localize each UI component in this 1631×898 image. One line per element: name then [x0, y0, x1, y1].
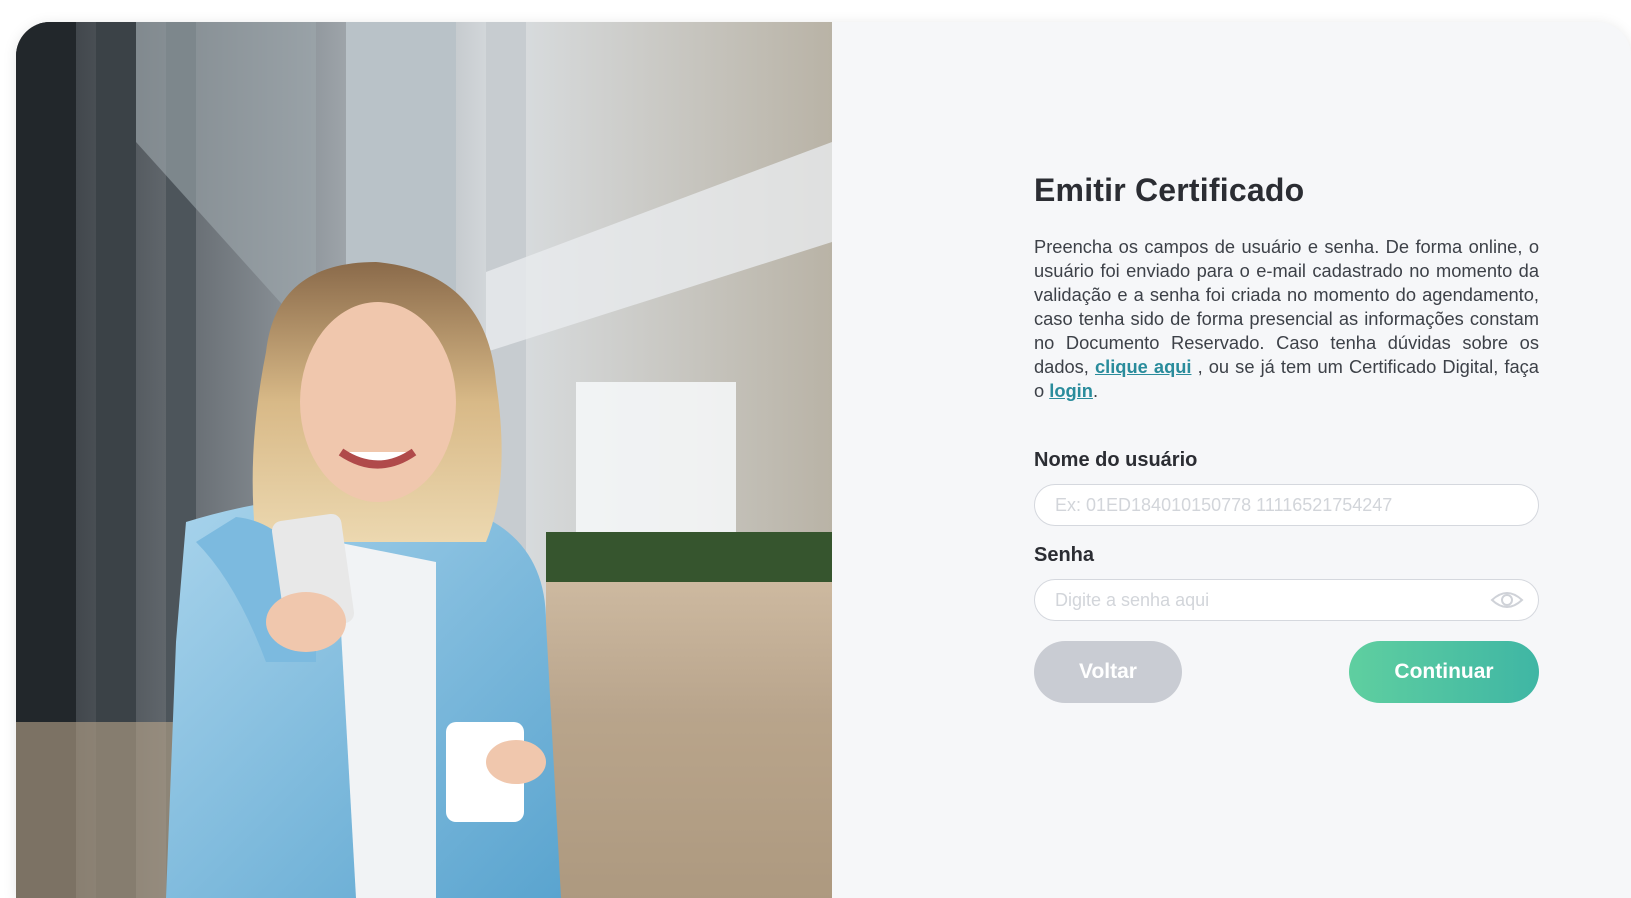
- password-field-wrapper: [1034, 579, 1539, 621]
- continue-button[interactable]: Continuar: [1349, 641, 1539, 703]
- username-label: Nome do usuário: [1034, 449, 1198, 471]
- help-link[interactable]: clique aqui: [1095, 356, 1192, 377]
- password-input[interactable]: [1053, 580, 1487, 621]
- login-card: Emitir Certificado Preencha os campos de…: [16, 22, 1631, 898]
- instructions-end: .: [1092, 380, 1099, 401]
- eye-icon[interactable]: [1490, 590, 1524, 610]
- username-input[interactable]: [1053, 485, 1487, 526]
- password-label: Senha: [1034, 544, 1095, 566]
- form-actions: Voltar Continuar: [1034, 641, 1539, 703]
- woman-with-phone-illustration: [16, 22, 832, 898]
- login-link[interactable]: login: [1049, 380, 1093, 401]
- username-field-wrapper: [1034, 484, 1539, 526]
- certificate-form: Emitir Certificado Preencha os campos de…: [1034, 172, 1539, 703]
- instructions-text: Preencha os campos de usuário e senha. D…: [1034, 235, 1539, 403]
- back-button[interactable]: Voltar: [1034, 641, 1182, 703]
- page-title: Emitir Certificado: [1034, 172, 1305, 208]
- hero-photo: [16, 22, 832, 898]
